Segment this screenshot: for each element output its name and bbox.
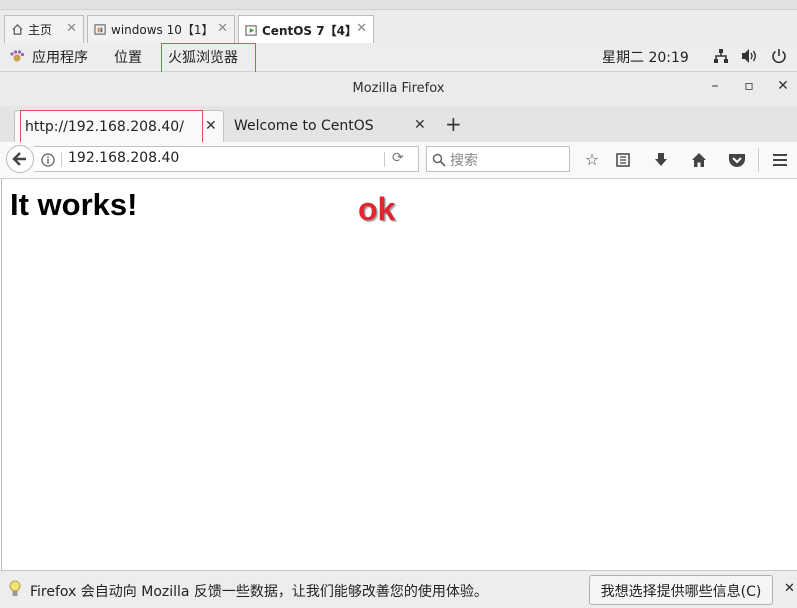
toolbar-separator (758, 148, 759, 172)
tab-title: Welcome to CentOS (234, 118, 374, 134)
window-title-bar: Mozilla Firefox – ▫ ✕ (0, 72, 797, 107)
back-button[interactable] (6, 145, 34, 173)
search-icon (432, 153, 446, 167)
volume-icon[interactable] (741, 48, 759, 68)
notification-bar: Firefox 会自动向 Mozilla 反馈一些数据，让我们能够改善您的使用体… (0, 570, 797, 608)
choose-data-button[interactable]: 我想选择提供哪些信息(C) (589, 575, 773, 605)
vm-tab-label: CentOS 7【4】 (262, 23, 357, 38)
reload-icon[interactable]: ⟳ (392, 150, 404, 166)
maximize-button[interactable]: ▫ (738, 78, 760, 100)
url-bar[interactable]: 192.168.208.40 ⟳ (34, 146, 419, 172)
applications-menu[interactable]: 应用程序 (32, 47, 88, 67)
vm-play-icon (245, 24, 257, 36)
network-icon[interactable] (713, 48, 729, 68)
home-icon[interactable] (688, 149, 710, 171)
close-window-button[interactable]: ✕ (772, 78, 794, 100)
menu-hamburger-icon[interactable] (769, 149, 791, 171)
page-heading: It works! (10, 187, 138, 222)
power-icon[interactable] (771, 48, 787, 68)
vm-tab-windows[interactable]: windows 10【1】 ✕ (87, 15, 235, 43)
close-notification-icon[interactable]: ✕ (784, 581, 795, 596)
pocket-icon[interactable] (726, 149, 748, 171)
navigation-toolbar: 192.168.208.40 ⟳ 搜索 ☆ (0, 142, 797, 179)
clock[interactable]: 星期二 20:19 (602, 47, 689, 67)
vm-tab-strip: 主页 ✕ windows 10【1】 ✕ CentOS 7【4】 ✕ (0, 0, 797, 44)
url-separator (61, 152, 62, 167)
gnome-top-bar: 应用程序 位置 火狐浏览器 星期二 20:19 (0, 43, 797, 74)
close-tab-icon[interactable]: ✕ (414, 117, 426, 133)
url-separator (384, 152, 385, 167)
bookmark-star-icon[interactable]: ☆ (581, 149, 603, 171)
close-icon[interactable]: ✕ (356, 21, 367, 36)
lightbulb-icon (9, 580, 21, 602)
ok-stamp: ok (358, 191, 396, 227)
browser-tab-bar: http://192.168.208.40/ ✕ Welcome to Cent… (0, 106, 797, 181)
choose-data-label: 我想选择提供哪些信息(C) (600, 584, 762, 600)
info-icon[interactable] (41, 153, 55, 167)
notification-message: Firefox 会自动向 Mozilla 反馈一些数据，让我们能够改善您的使用体… (30, 584, 488, 600)
minimize-button[interactable]: – (704, 78, 726, 100)
browser-tab[interactable]: Welcome to CentOS ✕ (224, 110, 434, 142)
back-arrow-icon (12, 152, 26, 166)
window-title: Mozilla Firefox (352, 81, 445, 96)
new-tab-button[interactable]: + (445, 112, 462, 136)
highlight-box (161, 43, 256, 74)
close-icon[interactable]: ✕ (66, 21, 77, 36)
gnome-foot-icon (9, 49, 25, 69)
places-menu[interactable]: 位置 (114, 47, 142, 67)
downloads-icon[interactable] (650, 149, 672, 171)
vm-toolbar-edge (0, 0, 797, 10)
vm-tab-label: 主页 (28, 23, 53, 37)
vm-windows-icon (94, 24, 106, 35)
url-text[interactable]: 192.168.208.40 (68, 150, 179, 166)
close-tab-icon[interactable]: ✕ (205, 118, 217, 134)
page-content: It works! ok (1, 179, 797, 570)
search-placeholder: 搜索 (450, 153, 478, 169)
search-input[interactable]: 搜索 (426, 146, 570, 172)
vm-tab-label: windows 10【1】 (111, 23, 214, 37)
close-icon[interactable]: ✕ (217, 21, 228, 36)
reading-list-icon[interactable] (612, 149, 634, 171)
vm-tab-home[interactable]: 主页 ✕ (4, 15, 84, 43)
home-icon (12, 24, 23, 35)
vm-tab-centos[interactable]: CentOS 7【4】 ✕ (238, 15, 374, 44)
